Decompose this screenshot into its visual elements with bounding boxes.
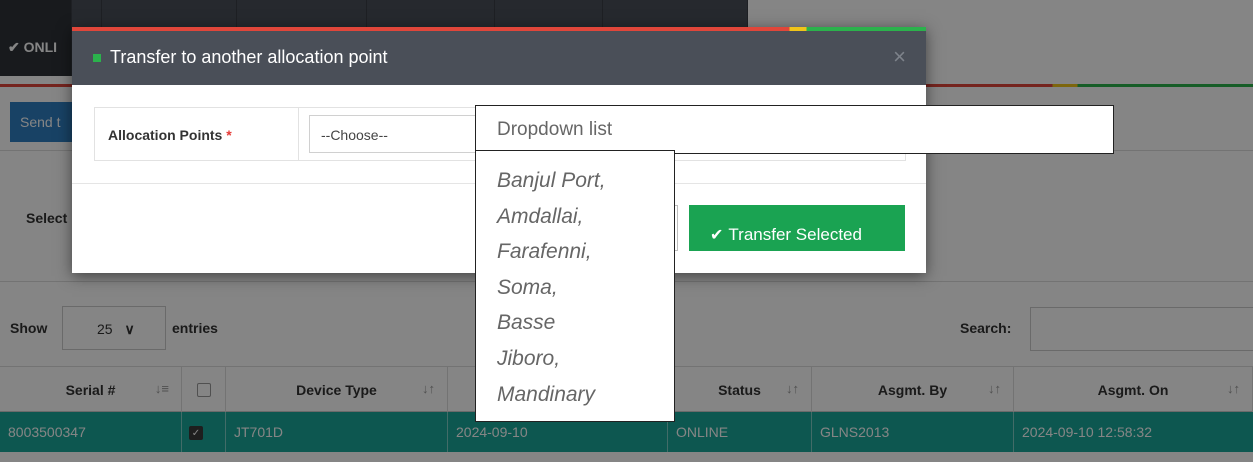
dropdown-option[interactable]: Banjul Port, — [497, 163, 674, 199]
dropdown-option[interactable]: Mandinary — [497, 377, 674, 413]
dropdown-option[interactable]: Soma, — [497, 270, 674, 306]
modal-title: Transfer to another allocation point — [110, 47, 388, 67]
transfer-selected-label: Transfer Selected — [728, 224, 862, 244]
dropdown-list-header: Dropdown list — [475, 105, 1114, 154]
square-bullet-icon — [93, 54, 101, 62]
dropdown-option[interactable]: Jiboro, — [497, 341, 674, 377]
required-mark: * — [226, 127, 232, 143]
check-icon: ✔ — [710, 226, 724, 244]
dropdown-option[interactable]: Basse — [497, 305, 674, 341]
transfer-selected-button[interactable]: ✔ Transfer Selected — [689, 205, 905, 251]
allocation-points-label: Allocation Points * — [95, 108, 299, 160]
dropdown-list-options: Banjul Port, Amdallai, Farafenni, Soma, … — [475, 150, 675, 422]
select-value: --Choose-- — [321, 127, 388, 143]
dropdown-option[interactable]: Farafenni, — [497, 234, 674, 270]
dropdown-option[interactable]: Amdallai, — [497, 199, 674, 235]
close-icon[interactable]: × — [893, 44, 906, 70]
modal-header: Transfer to another allocation point × — [72, 31, 926, 85]
